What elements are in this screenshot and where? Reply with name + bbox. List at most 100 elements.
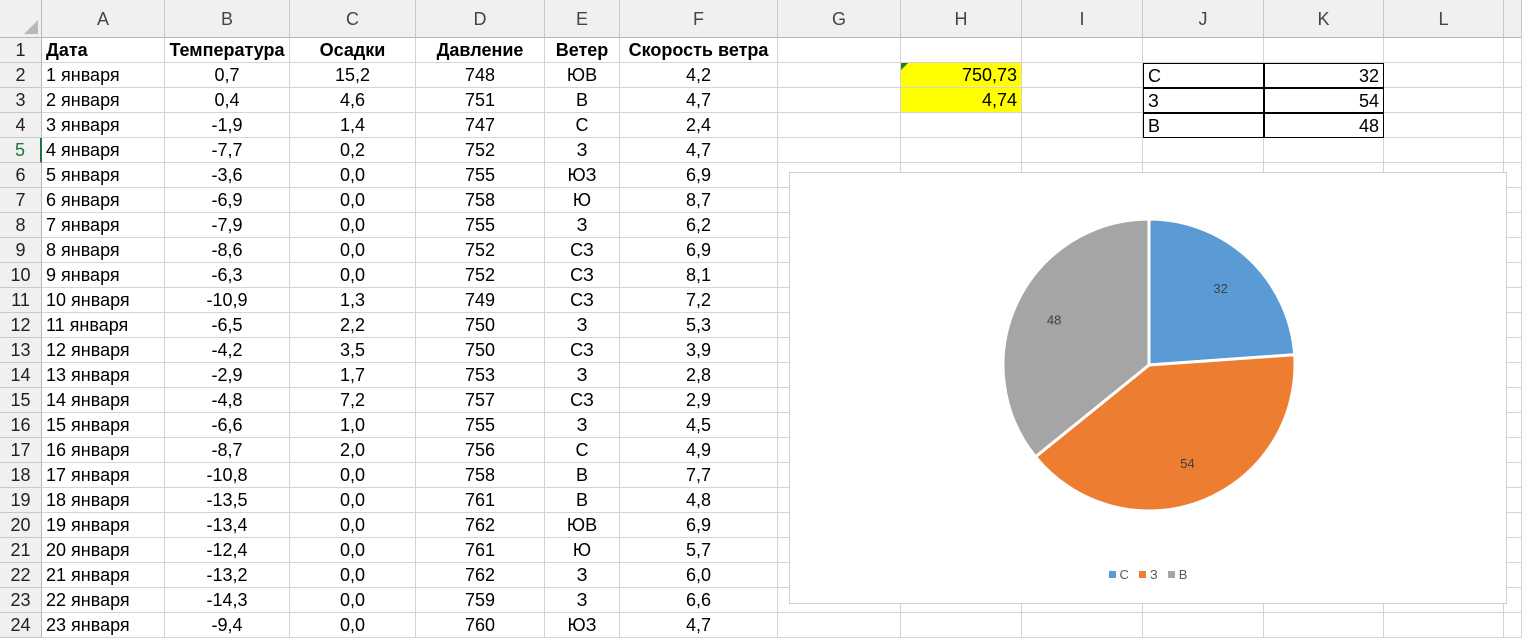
cell-a15[interactable]: 14 января <box>42 388 165 413</box>
cell-e14[interactable]: З <box>545 363 620 388</box>
cell-e17[interactable]: С <box>545 438 620 463</box>
cell-h5[interactable] <box>901 138 1022 163</box>
cell-e23[interactable]: З <box>545 588 620 613</box>
cell-a2[interactable]: 1 января <box>42 63 165 88</box>
cell-g2[interactable] <box>778 63 901 88</box>
cell-e24[interactable]: ЮЗ <box>545 613 620 638</box>
row-header-17[interactable]: 17 <box>0 438 42 463</box>
cell-j2[interactable]: С <box>1143 63 1264 88</box>
cell-f23[interactable]: 6,6 <box>620 588 778 613</box>
cell-b11[interactable]: -10,9 <box>165 288 290 313</box>
cell-b9[interactable]: -8,6 <box>165 238 290 263</box>
cell-d18[interactable]: 758 <box>416 463 545 488</box>
cell-a21[interactable]: 20 января <box>42 538 165 563</box>
row-header-18[interactable]: 18 <box>0 463 42 488</box>
cell-b3[interactable]: 0,4 <box>165 88 290 113</box>
cell-l2[interactable] <box>1384 63 1504 88</box>
column-header-h[interactable]: H <box>901 0 1022 38</box>
cell-f13[interactable]: 3,9 <box>620 338 778 363</box>
row-header-3[interactable]: 3 <box>0 88 42 113</box>
cell-e2[interactable]: ЮВ <box>545 63 620 88</box>
cell-f5[interactable]: 4,7 <box>620 138 778 163</box>
cell-d10[interactable]: 752 <box>416 263 545 288</box>
row-header-6[interactable]: 6 <box>0 163 42 188</box>
cell-e22[interactable]: З <box>545 563 620 588</box>
cell-e19[interactable]: В <box>545 488 620 513</box>
cell-d3[interactable]: 751 <box>416 88 545 113</box>
cell-f9[interactable]: 6,9 <box>620 238 778 263</box>
cell-g3[interactable] <box>778 88 901 113</box>
cell-c2[interactable]: 15,2 <box>290 63 416 88</box>
row-header-15[interactable]: 15 <box>0 388 42 413</box>
cell-d21[interactable]: 761 <box>416 538 545 563</box>
cell-b17[interactable]: -8,7 <box>165 438 290 463</box>
cell-a12[interactable]: 11 января <box>42 313 165 338</box>
cell-f18[interactable]: 7,7 <box>620 463 778 488</box>
cell-b13[interactable]: -4,2 <box>165 338 290 363</box>
cell-b4[interactable]: -1,9 <box>165 113 290 138</box>
column-header-g[interactable]: G <box>778 0 901 38</box>
select-all-corner[interactable] <box>0 0 42 38</box>
row-header-19[interactable]: 19 <box>0 488 42 513</box>
cell-d22[interactable]: 762 <box>416 563 545 588</box>
cell-a18[interactable]: 17 января <box>42 463 165 488</box>
cell-e15[interactable]: СЗ <box>545 388 620 413</box>
cell-a9[interactable]: 8 января <box>42 238 165 263</box>
pie-chart[interactable]: 32 54 48 С З В <box>789 172 1507 604</box>
cell-f1[interactable]: Скорость ветра <box>620 38 778 63</box>
cell-b8[interactable]: -7,9 <box>165 213 290 238</box>
cell-a3[interactable]: 2 января <box>42 88 165 113</box>
cell-d1[interactable]: Давление <box>416 38 545 63</box>
cell-c14[interactable]: 1,7 <box>290 363 416 388</box>
cell-f19[interactable]: 4,8 <box>620 488 778 513</box>
column-header-e[interactable]: E <box>545 0 620 38</box>
cell-d8[interactable]: 755 <box>416 213 545 238</box>
cell-l4[interactable] <box>1384 113 1504 138</box>
cell-c11[interactable]: 1,3 <box>290 288 416 313</box>
cell-i4[interactable] <box>1022 113 1143 138</box>
cell-c4[interactable]: 1,4 <box>290 113 416 138</box>
cell-b2[interactable]: 0,7 <box>165 63 290 88</box>
cell-e6[interactable]: ЮЗ <box>545 163 620 188</box>
cell-a6[interactable]: 5 января <box>42 163 165 188</box>
cell-j4[interactable]: В <box>1143 113 1264 138</box>
cell-a17[interactable]: 16 января <box>42 438 165 463</box>
cell-f24[interactable]: 4,7 <box>620 613 778 638</box>
cell-e10[interactable]: СЗ <box>545 263 620 288</box>
cell-d17[interactable]: 756 <box>416 438 545 463</box>
row-header-21[interactable]: 21 <box>0 538 42 563</box>
cell-c24[interactable]: 0,0 <box>290 613 416 638</box>
cell-c1[interactable]: Осадки <box>290 38 416 63</box>
cell-b16[interactable]: -6,6 <box>165 413 290 438</box>
cell-c3[interactable]: 4,6 <box>290 88 416 113</box>
row-header-16[interactable]: 16 <box>0 413 42 438</box>
cell-e12[interactable]: З <box>545 313 620 338</box>
cell-d16[interactable]: 755 <box>416 413 545 438</box>
cell-a24[interactable]: 23 января <box>42 613 165 638</box>
row-header-11[interactable]: 11 <box>0 288 42 313</box>
column-header-a[interactable]: A <box>42 0 165 38</box>
cell-c5[interactable]: 0,2 <box>290 138 416 163</box>
cell-f11[interactable]: 7,2 <box>620 288 778 313</box>
column-header-j[interactable]: J <box>1143 0 1264 38</box>
cell-f10[interactable]: 8,1 <box>620 263 778 288</box>
cell-d24[interactable]: 760 <box>416 613 545 638</box>
cell-c20[interactable]: 0,0 <box>290 513 416 538</box>
cell-b6[interactable]: -3,6 <box>165 163 290 188</box>
cell-k24[interactable] <box>1264 613 1384 638</box>
cell-b15[interactable]: -4,8 <box>165 388 290 413</box>
cell-b1[interactable]: Температура <box>165 38 290 63</box>
cell-a13[interactable]: 12 января <box>42 338 165 363</box>
cell-f7[interactable]: 8,7 <box>620 188 778 213</box>
cell-b7[interactable]: -6,9 <box>165 188 290 213</box>
cell-b24[interactable]: -9,4 <box>165 613 290 638</box>
row-header-23[interactable]: 23 <box>0 588 42 613</box>
cell-g5[interactable] <box>778 138 901 163</box>
cell-e13[interactable]: СЗ <box>545 338 620 363</box>
cell-c7[interactable]: 0,0 <box>290 188 416 213</box>
cell-i1[interactable] <box>1022 38 1143 63</box>
cell-l3[interactable] <box>1384 88 1504 113</box>
cell-l24[interactable] <box>1384 613 1504 638</box>
cell-d6[interactable]: 755 <box>416 163 545 188</box>
cell-d7[interactable]: 758 <box>416 188 545 213</box>
